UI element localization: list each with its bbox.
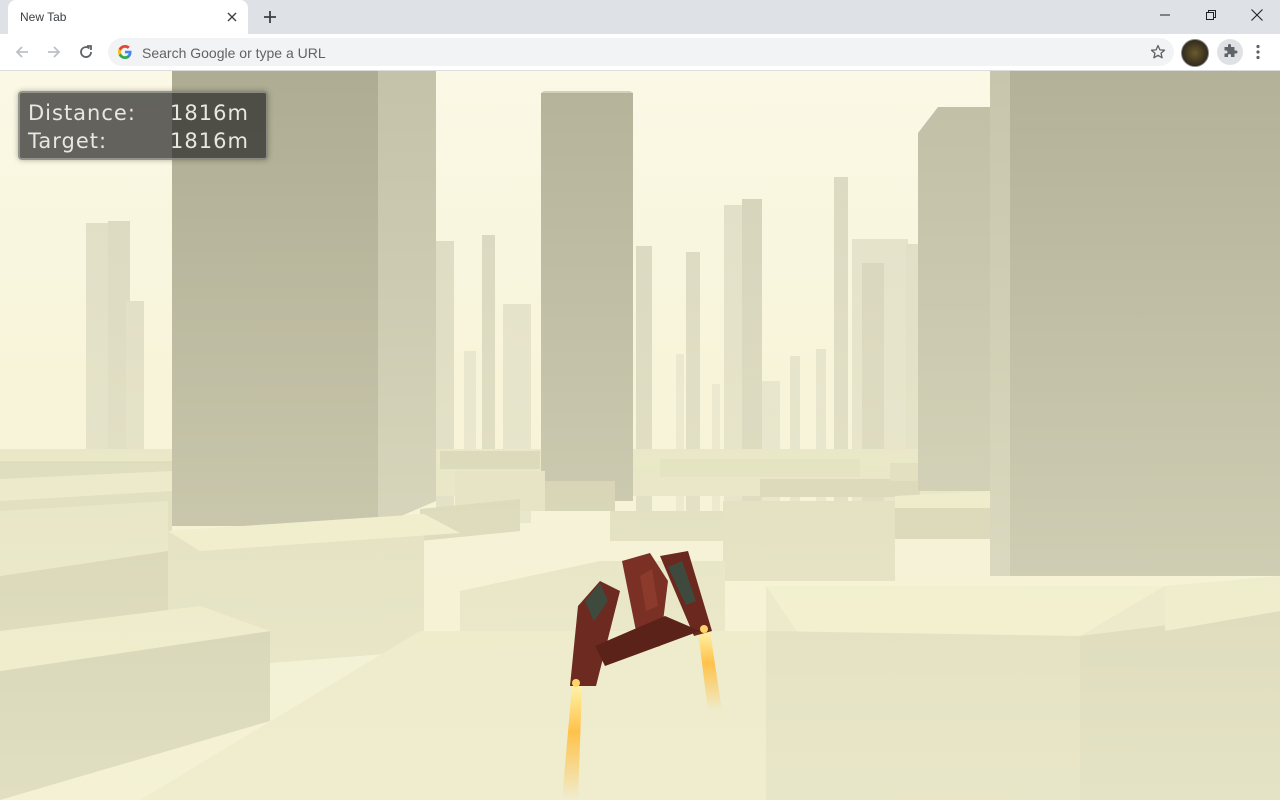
distance-value: 1816m: [170, 101, 249, 125]
tab-title: New Tab: [20, 10, 67, 24]
target-label: Target:: [28, 129, 108, 153]
profile-avatar[interactable]: [1181, 39, 1209, 67]
new-tab-button[interactable]: [258, 6, 282, 28]
back-button[interactable]: [9, 39, 35, 65]
distance-label: Distance:: [28, 101, 136, 125]
tab-strip: New Tab: [0, 0, 1280, 34]
reload-button[interactable]: [73, 39, 99, 65]
toolbar: Search Google or type a URL: [0, 34, 1280, 71]
hud-panel: Distance: 1816m Target: 1816m: [18, 91, 268, 160]
target-value: 1816m: [170, 129, 249, 153]
browser-menu-button[interactable]: [1248, 39, 1268, 65]
close-icon[interactable]: [224, 9, 240, 25]
arrow-right-icon: [48, 46, 61, 58]
omnibox-placeholder: Search Google or type a URL: [142, 45, 326, 61]
tab-new-tab[interactable]: New Tab: [8, 0, 248, 34]
star-icon[interactable]: [1150, 44, 1166, 60]
arrow-left-icon: [15, 46, 28, 58]
game-scene: [0, 71, 1280, 800]
restore-icon: [1206, 10, 1216, 20]
reload-icon: [80, 45, 92, 58]
minimize-icon: [1160, 14, 1170, 16]
kebab-menu-icon: [1256, 44, 1260, 60]
close-icon: [1251, 9, 1263, 21]
puzzle-icon: [1224, 44, 1238, 57]
minimize-button[interactable]: [1142, 0, 1188, 30]
restore-button[interactable]: [1188, 0, 1234, 30]
omnibox[interactable]: Search Google or type a URL: [108, 38, 1174, 66]
game-canvas[interactable]: Distance: 1816m Target: 1816m: [0, 71, 1280, 800]
close-window-button[interactable]: [1234, 0, 1280, 30]
plus-icon: [264, 11, 276, 23]
google-icon: [118, 45, 132, 59]
forward-button[interactable]: [41, 39, 67, 65]
extensions-button[interactable]: [1217, 39, 1243, 65]
